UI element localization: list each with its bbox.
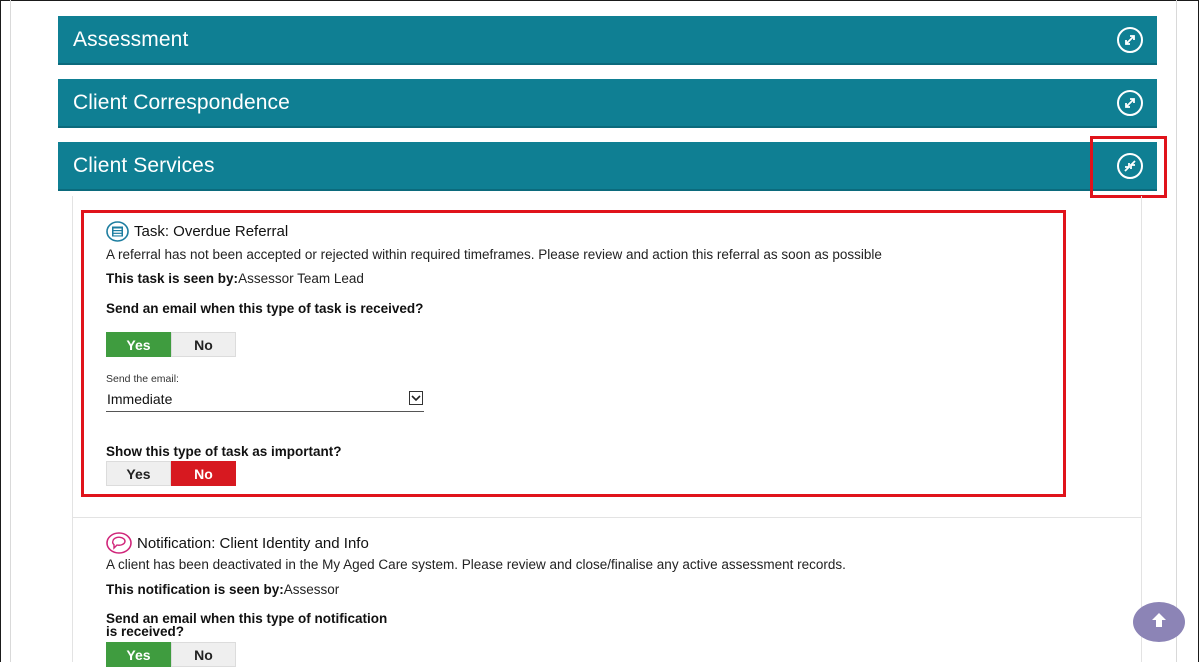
important-yes-button[interactable]: Yes bbox=[106, 461, 171, 486]
chevron-down-icon[interactable] bbox=[409, 391, 423, 405]
notification-email-question: Send an email when this type of notifica… bbox=[106, 611, 388, 639]
send-email-label: Send the email: bbox=[106, 373, 179, 385]
speech-bubble-icon bbox=[106, 532, 132, 554]
seen-by-label: This notification is seen by: bbox=[106, 582, 284, 597]
notification-email-toggle: Yes No bbox=[106, 642, 236, 667]
notification-title-row: Notification: Client Identity and Info bbox=[106, 532, 369, 554]
email-yes-button[interactable]: Yes bbox=[106, 642, 171, 667]
task-description: A referral has not been accepted or reje… bbox=[106, 247, 882, 262]
task-title: Task: Overdue Referral bbox=[134, 223, 289, 240]
seen-by-label: This task is seen by: bbox=[106, 271, 239, 286]
notification-title: Notification: Client Identity and Info bbox=[137, 534, 369, 552]
task-important-question: Show this type of task as important? bbox=[106, 444, 342, 459]
task-title-row: Task: Overdue Referral bbox=[106, 221, 288, 242]
panel-header-client-correspondence[interactable]: Client Correspondence bbox=[58, 79, 1157, 128]
task-seen-by: This task is seen by:Assessor Team Lead bbox=[106, 271, 364, 286]
panel-header-assessment[interactable]: Assessment bbox=[58, 16, 1157, 65]
email-no-button[interactable]: No bbox=[171, 332, 236, 357]
task-icon bbox=[106, 221, 129, 242]
notification-description: A client has been deactivated in the My … bbox=[106, 557, 846, 572]
panel-header-client-services[interactable]: Client Services bbox=[58, 142, 1157, 191]
email-yes-button[interactable]: Yes bbox=[106, 332, 171, 357]
task-email-toggle: Yes No bbox=[106, 332, 236, 357]
email-no-button[interactable]: No bbox=[171, 642, 236, 667]
send-email-select[interactable]: Immediate bbox=[106, 388, 424, 412]
notification-seen-by: This notification is seen by:Assessor bbox=[106, 582, 339, 597]
send-email-value: Immediate bbox=[107, 391, 173, 407]
panel-title: Client Correspondence bbox=[73, 91, 290, 114]
highlight-collapse-toggle bbox=[1090, 136, 1167, 198]
item-divider bbox=[72, 517, 1142, 518]
arrow-up-icon bbox=[1150, 611, 1168, 634]
expand-icon[interactable] bbox=[1117, 27, 1143, 53]
important-no-button[interactable]: No bbox=[171, 461, 236, 486]
seen-by-value: Assessor bbox=[283, 582, 340, 597]
panel-title: Client Services bbox=[73, 154, 215, 177]
task-important-toggle: Yes No bbox=[106, 461, 236, 486]
expand-icon[interactable] bbox=[1117, 90, 1143, 116]
panel-title: Assessment bbox=[73, 28, 189, 51]
seen-by-value: Assessor Team Lead bbox=[238, 271, 364, 286]
task-email-question: Send an email when this type of task is … bbox=[106, 301, 424, 316]
scroll-to-top-button[interactable] bbox=[1133, 602, 1185, 642]
